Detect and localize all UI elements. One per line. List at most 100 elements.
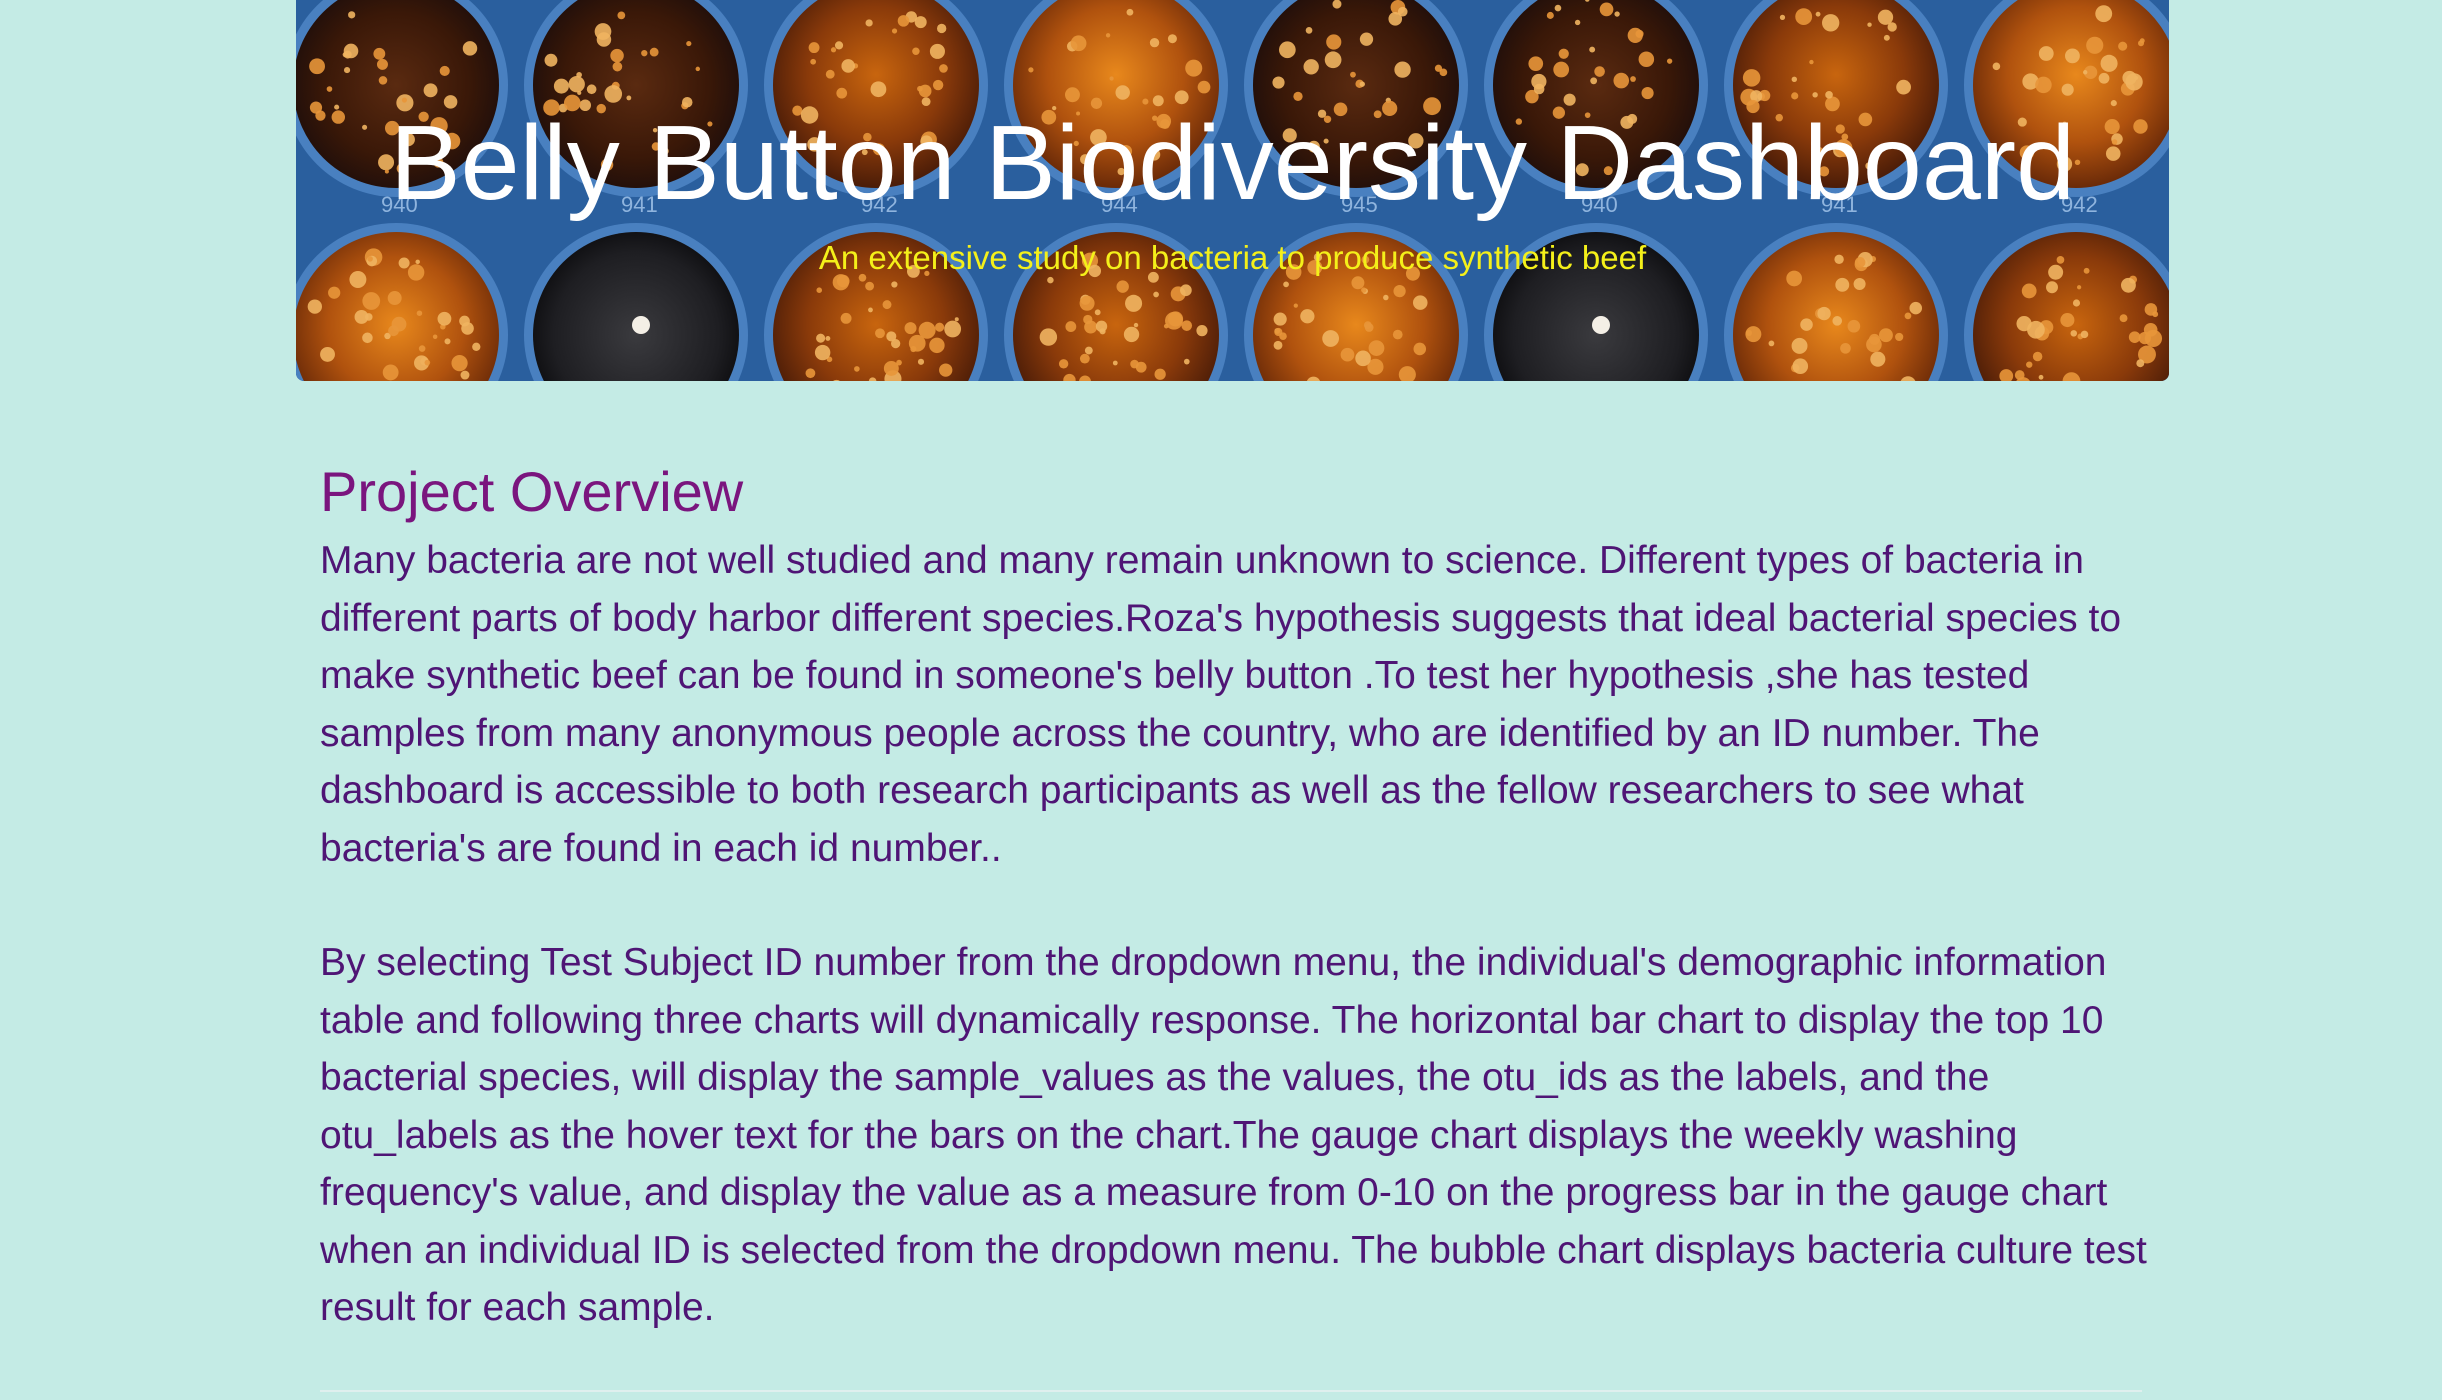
bacteria-colony: [1167, 311, 1184, 327]
bacteria-colony: [373, 47, 386, 60]
bacteria-colony: [1361, 287, 1367, 293]
bacteria-colony: [320, 346, 335, 362]
bacteria-colony: [1273, 312, 1287, 326]
bacteria-colony: [416, 310, 423, 316]
bacteria-colony: [695, 66, 701, 72]
bacteria-colony: [1105, 33, 1111, 38]
bacteria-colony: [439, 65, 450, 76]
bacteria-colony: [1779, 14, 1786, 20]
bacteria-colony: [2038, 374, 2044, 380]
bacteria-colony: [825, 69, 835, 79]
bacteria-colony: [462, 41, 478, 56]
bacteria-colony: [378, 76, 388, 85]
bacteria-colony: [891, 281, 898, 288]
bacteria-colony: [882, 300, 892, 310]
bacteria-colony: [2121, 277, 2136, 293]
bacteria-colony: [816, 287, 823, 293]
bacteria-colony: [2021, 283, 2037, 299]
bacteria-colony: [1867, 22, 1872, 27]
bacteria-colony: [2076, 285, 2082, 290]
bacteria-colony: [1180, 284, 1192, 297]
bacteria-colony: [1084, 320, 1098, 334]
bacteria-colony: [870, 81, 887, 98]
bacteria-colony: [1812, 92, 1818, 98]
bacteria-colony: [1149, 37, 1160, 48]
bacteria-colony: [1084, 346, 1093, 355]
bacteria-colony: [1768, 340, 1775, 347]
bacteria-colony: [326, 86, 333, 92]
bacteria-colony: [612, 61, 623, 72]
bacteria-colony: [1392, 329, 1403, 340]
bacteria-colony: [2070, 330, 2078, 337]
bacteria-colony: [1340, 347, 1355, 362]
bacteria-colony: [830, 47, 837, 53]
bacteria-colony: [472, 342, 481, 351]
bacteria-colony: [2060, 313, 2075, 328]
bacteria-colony: [814, 344, 831, 361]
bacteria-colony: [1791, 76, 1798, 83]
bacteria-colony: [1196, 325, 1208, 337]
bacteria-colony: [1125, 294, 1143, 312]
dashboard-title: Belly Button Biodiversity Dashboard: [389, 104, 2076, 222]
bacteria-colony: [1394, 61, 1411, 78]
bacteria-colony: [1638, 51, 1655, 68]
bacteria-colony: [939, 64, 948, 73]
bacteria-colony: [1847, 319, 1861, 333]
bacteria-colony: [1627, 27, 1643, 43]
bacteria-colony: [936, 23, 947, 34]
bacteria-colony: [2026, 361, 2033, 368]
bacteria-colony: [1614, 11, 1620, 17]
bacteria-colony: [1815, 11, 1821, 17]
bacteria-colony: [1350, 71, 1356, 78]
header-banner: 940 941 942 944 945 940 941 942 Belly Button Bi…: [296, 0, 2169, 381]
bacteria-colony: [2082, 70, 2088, 75]
bacteria-colony: [939, 363, 953, 377]
bacteria-colony: [805, 368, 816, 379]
bacteria-colony: [362, 332, 373, 344]
bacteria-colony: [1666, 58, 1673, 64]
bacteria-colony: [1079, 295, 1095, 311]
overview-paragraph-1: Many bacteria are not well studied and m…: [320, 539, 2122, 870]
page: 940 941 942 944 945 940 941 942 Belly Button Bi…: [0, 0, 2442, 1400]
bacteria-colony: [1878, 328, 1893, 343]
bacteria-colony: [1363, 321, 1372, 330]
bacteria-colony: [1792, 358, 1809, 375]
bacteria-colony: [2032, 351, 2043, 362]
bacteria-colony: [1112, 360, 1118, 366]
bacteria-colony: [1554, 4, 1562, 12]
bacteria-colony: [309, 58, 325, 75]
bacteria-colony: [904, 322, 917, 335]
bacteria-colony: [1533, 83, 1545, 95]
bacteria-colony: [1870, 351, 1886, 367]
bacteria-colony: [816, 333, 826, 343]
bacteria-colony: [432, 334, 438, 340]
bacteria-colony: [632, 316, 650, 334]
bacteria-colony: [1745, 329, 1753, 337]
bacteria-colony: [891, 28, 898, 34]
bacteria-colony: [1185, 59, 1203, 77]
bacteria-colony: [1305, 27, 1313, 34]
bacteria-colony: [1273, 340, 1283, 350]
bacteria-colony: [914, 16, 927, 29]
bacteria-colony: [1809, 59, 1814, 65]
bacteria-colony: [1181, 320, 1193, 331]
bacteria-colony: [1594, 66, 1605, 77]
bacteria-colony: [617, 11, 626, 20]
bacteria-colony: [1135, 361, 1147, 373]
bacteria-colony: [1070, 35, 1087, 52]
bacteria-colony: [1116, 280, 1129, 293]
bacteria-colony: [897, 15, 910, 27]
bacteria-colony: [1283, 281, 1289, 288]
bacteria-colony: [343, 67, 351, 74]
bacteria-colony: [2118, 41, 2128, 51]
bacteria-colony: [1439, 68, 1448, 77]
bacteria-colony: [1095, 320, 1108, 333]
bacteria-colony: [1058, 359, 1069, 369]
bacteria-colony: [1126, 8, 1134, 16]
bacteria-colony: [2072, 299, 2081, 307]
bacteria-colony: [1368, 340, 1385, 356]
bacteria-colony: [1817, 306, 1831, 321]
bacteria-colony: [1123, 326, 1140, 343]
bacteria-colony: [1832, 316, 1843, 326]
bacteria-colony: [2144, 303, 2158, 316]
